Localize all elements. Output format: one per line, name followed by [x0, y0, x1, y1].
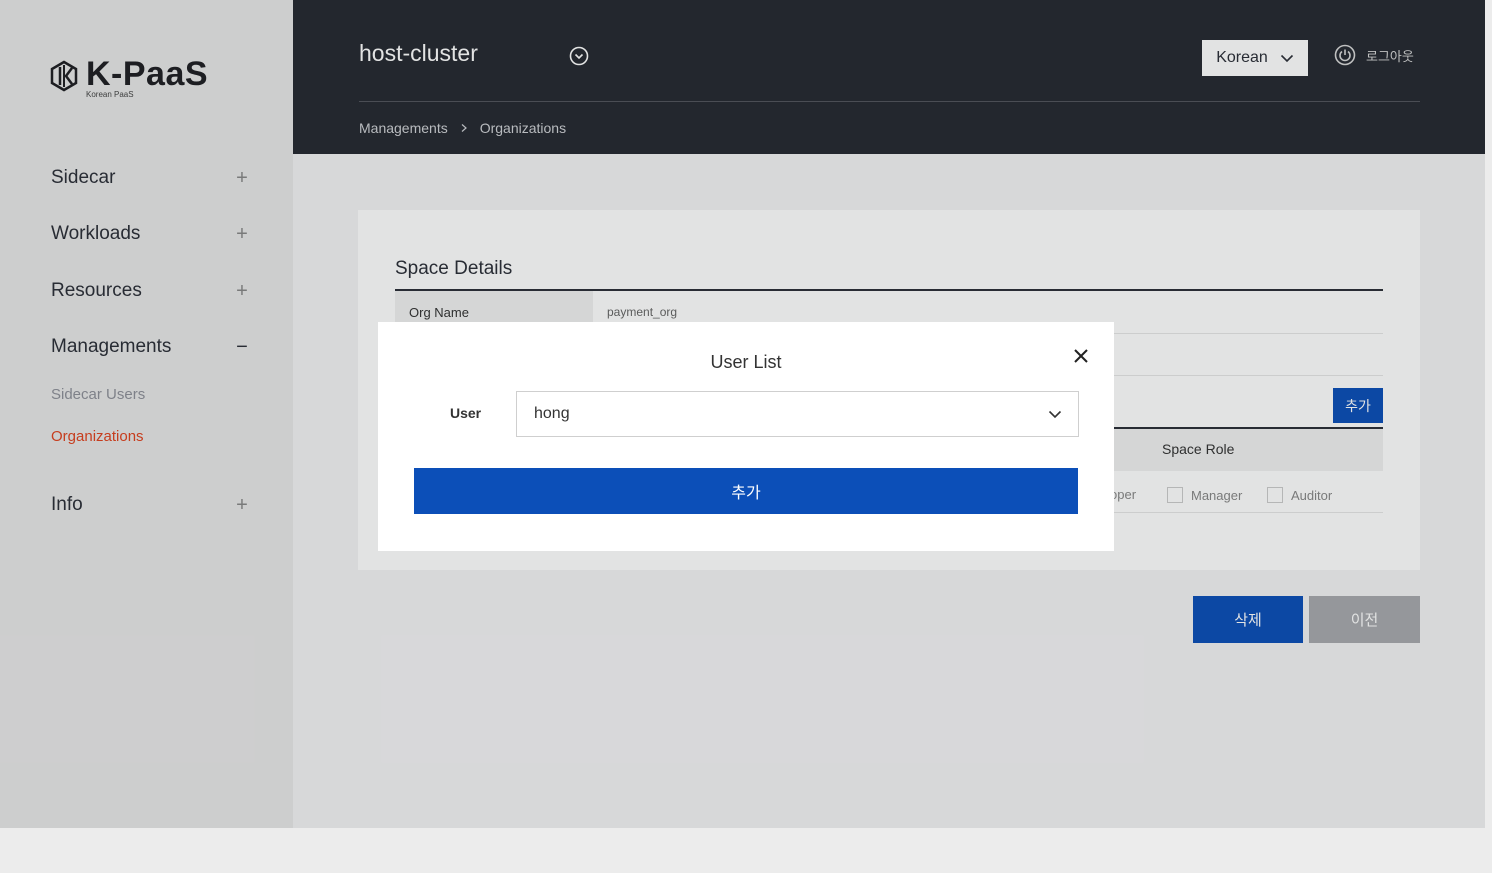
page-edge	[1485, 0, 1492, 828]
chevron-down-icon	[1048, 410, 1062, 419]
modal-title: User List	[710, 352, 782, 372]
user-field-label: User	[450, 405, 482, 421]
page-bottom-area	[0, 828, 1492, 873]
user-select[interactable]: hong	[516, 391, 1079, 437]
close-icon[interactable]	[1071, 346, 1091, 366]
user-select-value: hong	[534, 405, 570, 422]
user-list-modal: User List User hong 추가	[378, 322, 1114, 551]
modal-add-button[interactable]: 추가	[414, 468, 1078, 514]
